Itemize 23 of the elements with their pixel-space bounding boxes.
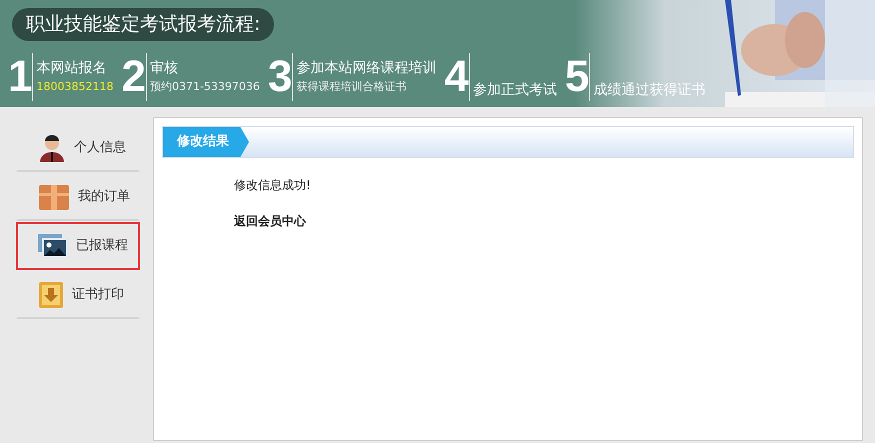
download-box-icon bbox=[38, 281, 64, 309]
step-label: 参加正式考试 bbox=[472, 80, 557, 100]
sidebar-item[interactable]: 证书打印 bbox=[16, 271, 140, 319]
person-icon bbox=[38, 134, 66, 162]
phone-number: 18003852118 bbox=[36, 78, 114, 95]
success-message: 修改信息成功! bbox=[234, 177, 312, 194]
step-label: 参加本站网络课程培训 bbox=[296, 58, 436, 78]
sidebar-item[interactable]: 我的订单 bbox=[16, 173, 140, 221]
box-icon bbox=[38, 183, 70, 211]
step-number: 5 bbox=[564, 54, 590, 98]
step-note: 获得课程培训合格证书 bbox=[296, 78, 408, 95]
image-icon bbox=[38, 234, 68, 258]
member-center-link[interactable]: 返回会员中心 bbox=[234, 212, 306, 230]
banner-title: 职业技能鉴定考试报考流程: bbox=[12, 8, 274, 40]
step-note: 预约0371-53397036 bbox=[150, 78, 260, 95]
step-label: 本网站报名 bbox=[36, 58, 108, 78]
sidebar-item[interactable]: 已报课程 bbox=[16, 222, 140, 270]
step-number: 1 bbox=[8, 54, 32, 98]
step-number: 2 bbox=[121, 54, 146, 98]
sidebar-item[interactable]: 个人信息 bbox=[16, 124, 140, 172]
step-number: 3 bbox=[268, 54, 292, 98]
step-label: 审核 bbox=[150, 58, 179, 78]
step-number: 4 bbox=[444, 54, 469, 98]
